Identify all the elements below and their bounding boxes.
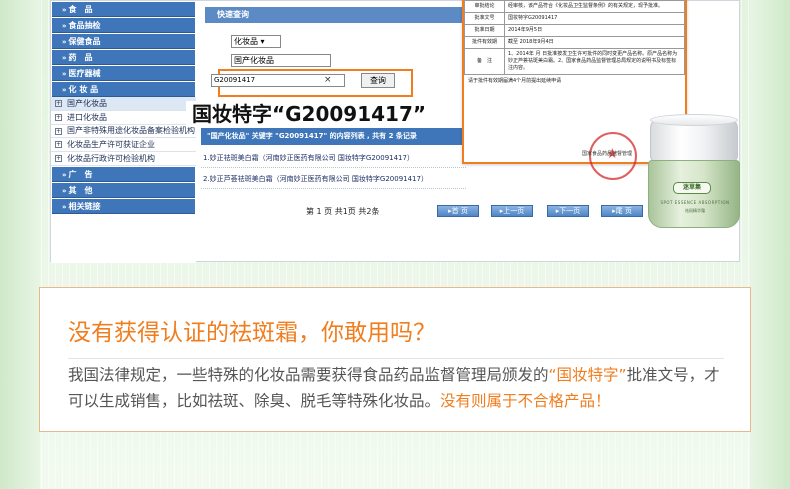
double-chevron-icon: » bbox=[62, 171, 67, 179]
next-page-button[interactable]: ▸下一页 bbox=[547, 205, 589, 217]
jar-brand-label: 迷草集 bbox=[673, 182, 711, 194]
certificate-value: 1、2014年 月 日批准按发卫生许可批件的同时变更产品名称。原产品名称为妙正芦… bbox=[504, 48, 685, 75]
results-header: "国产化妆品" 关键字 "G20091417" 的内容列表 , 共有 2 条记录 bbox=[201, 128, 466, 145]
certificate-value: 经审核，该产品符合《化妆品卫生监督条例》的有关规定，现予批准。 bbox=[504, 0, 685, 13]
first-page-button[interactable]: ▸首 页 bbox=[437, 205, 479, 217]
certificate-row: 备 注 1、2014年 月 日批准按发卫生许可批件的同时变更产品名称。原产品名称为… bbox=[464, 48, 685, 75]
jar-body bbox=[648, 160, 740, 228]
prev-page-button[interactable]: ▸上一页 bbox=[491, 205, 533, 217]
sidebar-item[interactable]: + 进口化妆品 bbox=[51, 111, 196, 125]
expand-icon: + bbox=[55, 128, 62, 135]
certificate-row: 批件有效期 截至 2018年9月4日 bbox=[464, 36, 685, 49]
warning-text: 没有则属于不合格产品！ bbox=[440, 392, 611, 410]
last-page-button[interactable]: ▸尾 页 bbox=[601, 205, 643, 217]
jar-english-text: SPOT ESSENCE ABSORPTION bbox=[660, 200, 730, 205]
double-chevron-icon: » bbox=[62, 38, 67, 46]
sidebar-category[interactable]: » 药 品 bbox=[52, 50, 195, 65]
double-chevron-icon: » bbox=[62, 86, 67, 94]
sidebar-item[interactable]: + 化妆品生产许可获证企业 bbox=[51, 138, 196, 152]
sidebar-category[interactable]: » 医疗器械 bbox=[52, 66, 195, 81]
left-decor bbox=[0, 0, 40, 489]
cream-jar-product: 迷草集 SPOT ESSENCE ABSORPTION 祛斑精华霜 bbox=[645, 114, 745, 230]
double-chevron-icon: » bbox=[62, 6, 67, 14]
quick-search-header: 快速查询 bbox=[205, 7, 463, 23]
card-title: 没有获得认证的祛斑霜，你敢用吗？ bbox=[68, 320, 436, 346]
sidebar-category[interactable]: » 食 品 bbox=[52, 2, 195, 17]
sidebar-category[interactable]: » 广 告 bbox=[52, 167, 195, 182]
search-button[interactable]: 查询 bbox=[361, 73, 395, 88]
certificate-key: 批件有效期 bbox=[464, 36, 505, 49]
search-input[interactable]: G20091417 × bbox=[211, 74, 345, 87]
seal-caption: 国家食品药品监督管理 bbox=[582, 151, 633, 157]
certificate-key: 批准文号 bbox=[464, 12, 505, 25]
card-body: 我国法律规定，一些特殊的化妆品需要获得食品药品监督管理局颁发的“国妆特字”批准文… bbox=[68, 366, 720, 410]
double-chevron-icon: » bbox=[62, 187, 67, 195]
result-row[interactable]: 1.妙正祛斑美白霜（河南妙正医药有限公司 国妆特字G20091417） bbox=[201, 148, 466, 168]
certificate-key: 批准日期 bbox=[464, 24, 505, 37]
sidebar-category[interactable]: » 其 他 bbox=[52, 183, 195, 198]
clear-icon[interactable]: × bbox=[324, 75, 332, 86]
jar-lid-top bbox=[650, 114, 738, 126]
sidebar-item[interactable]: + 国产非特殊用途化妆品备案检验机构 bbox=[51, 125, 196, 138]
sidebar-item[interactable]: + 国产化妆品 bbox=[51, 97, 196, 111]
double-chevron-icon: » bbox=[62, 70, 67, 78]
double-chevron-icon: » bbox=[62, 203, 67, 211]
pager-text: 第 1 页 共1页 共2条 bbox=[306, 207, 380, 216]
result-row[interactable]: 2.妙正芦荟祛斑美白霜（河南妙正医药有限公司 国妆特字G20091417） bbox=[201, 169, 466, 189]
certificate-value: 国妆特字G20091417 bbox=[504, 12, 685, 25]
double-chevron-icon: » bbox=[62, 54, 67, 62]
warning-card: 没有获得认证的祛斑霜，你敢用吗？ 我国法律规定，一些特殊的化妆品需要获得食品药品… bbox=[39, 287, 751, 432]
category-select[interactable]: 化妆品 ▾ bbox=[231, 35, 281, 48]
expand-icon: + bbox=[55, 114, 62, 121]
certificate-row: 批准日期 2014年9月5日 bbox=[464, 24, 685, 37]
certificate-key: 审批结论 bbox=[464, 0, 505, 13]
subcategory-select[interactable]: 国产化妆品 bbox=[231, 54, 331, 67]
sidebar-category[interactable]: » 保健食品 bbox=[52, 34, 195, 49]
expand-icon: + bbox=[55, 100, 62, 107]
certificate-value: 截至 2018年9月4日 bbox=[504, 36, 685, 49]
double-chevron-icon: » bbox=[62, 22, 67, 30]
certificate-row: 审批结论 经审核，该产品符合《化妆品卫生监督条例》的有关规定，现予批准。 bbox=[464, 0, 685, 13]
certificate-key: 备 注 bbox=[464, 48, 505, 75]
expand-icon: + bbox=[55, 141, 62, 148]
sidebar: » 食 品» 食品抽检» 保健食品» 药 品» 医疗器械» 化 妆 品 + 国产化妆品 + 进口化妆… bbox=[51, 1, 196, 263]
sidebar-category[interactable]: » 化 妆 品 bbox=[52, 82, 195, 97]
certificate-footer: 请于批件有效期届满4个月前提出延续申请 bbox=[468, 78, 562, 84]
expand-icon: + bbox=[55, 155, 62, 162]
approval-term-highlight: “国妆特字” bbox=[548, 366, 627, 384]
certificate-value: 2014年9月5日 bbox=[504, 24, 685, 37]
right-decor bbox=[750, 0, 790, 489]
jar-chinese-text: 祛斑精华霜 bbox=[685, 208, 705, 213]
approval-number-callout: 国妆特字“G20091417” bbox=[186, 101, 433, 127]
sidebar-item[interactable]: + 化妆品行政许可检验机构 bbox=[51, 152, 196, 166]
certificate-row: 批准文号 国妆特字G20091417 bbox=[464, 12, 685, 25]
card-divider bbox=[68, 358, 724, 359]
sidebar-category[interactable]: » 食品抽检 bbox=[52, 18, 195, 33]
sidebar-category[interactable]: » 相关链接 bbox=[52, 199, 195, 214]
certificate-table: 审批结论 经审核，该产品符合《化妆品卫生监督条例》的有关规定，现予批准。 批准文号国… bbox=[464, 0, 685, 75]
